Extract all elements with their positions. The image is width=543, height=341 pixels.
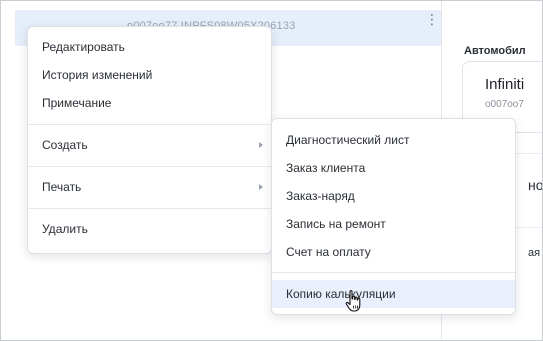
menu-separator [28,166,271,167]
menu-separator [28,124,271,125]
chevron-right-icon [259,142,263,148]
menu-item-history[interactable]: История изменений [28,61,271,89]
menu-separator [28,208,271,209]
submenu-item-copy-estimate[interactable]: Копию калькуляции [272,280,515,308]
hand-pointer-icon [345,290,361,312]
panel-fragment: но [528,177,543,193]
vehicle-title: Infiniti [485,76,525,93]
menu-item-edit[interactable]: Редактировать [28,33,271,61]
submenu-item-work-order[interactable]: Заказ-наряд [272,182,515,210]
submenu-item-repair-booking[interactable]: Запись на ремонт [272,210,515,238]
panel-fragment: ая [528,247,541,259]
menu-item-create[interactable]: Создать [28,131,271,159]
menu-item-note[interactable]: Примечание [28,89,271,117]
menu-item-label: Печать [42,180,82,194]
menu-item-label: Создать [42,138,88,152]
create-submenu: Диагностический лист Заказ клиента Заказ… [271,118,516,315]
menu-separator [272,272,515,273]
submenu-item-client-order[interactable]: Заказ клиента [272,154,515,182]
submenu-item-invoice[interactable]: Счет на оплату [272,238,515,266]
more-vertical-icon[interactable]: ⋮ [425,12,439,36]
menu-item-delete[interactable]: Удалить [28,215,271,243]
submenu-item-diagnostic-sheet[interactable]: Диагностический лист [272,126,515,154]
context-menu: Редактировать История изменений Примечан… [27,26,272,254]
menu-item-print[interactable]: Печать [28,173,271,201]
vehicle-heading: Автомобил [464,45,526,57]
vehicle-plate: o007oo7 [485,99,524,110]
chevron-right-icon [259,184,263,190]
